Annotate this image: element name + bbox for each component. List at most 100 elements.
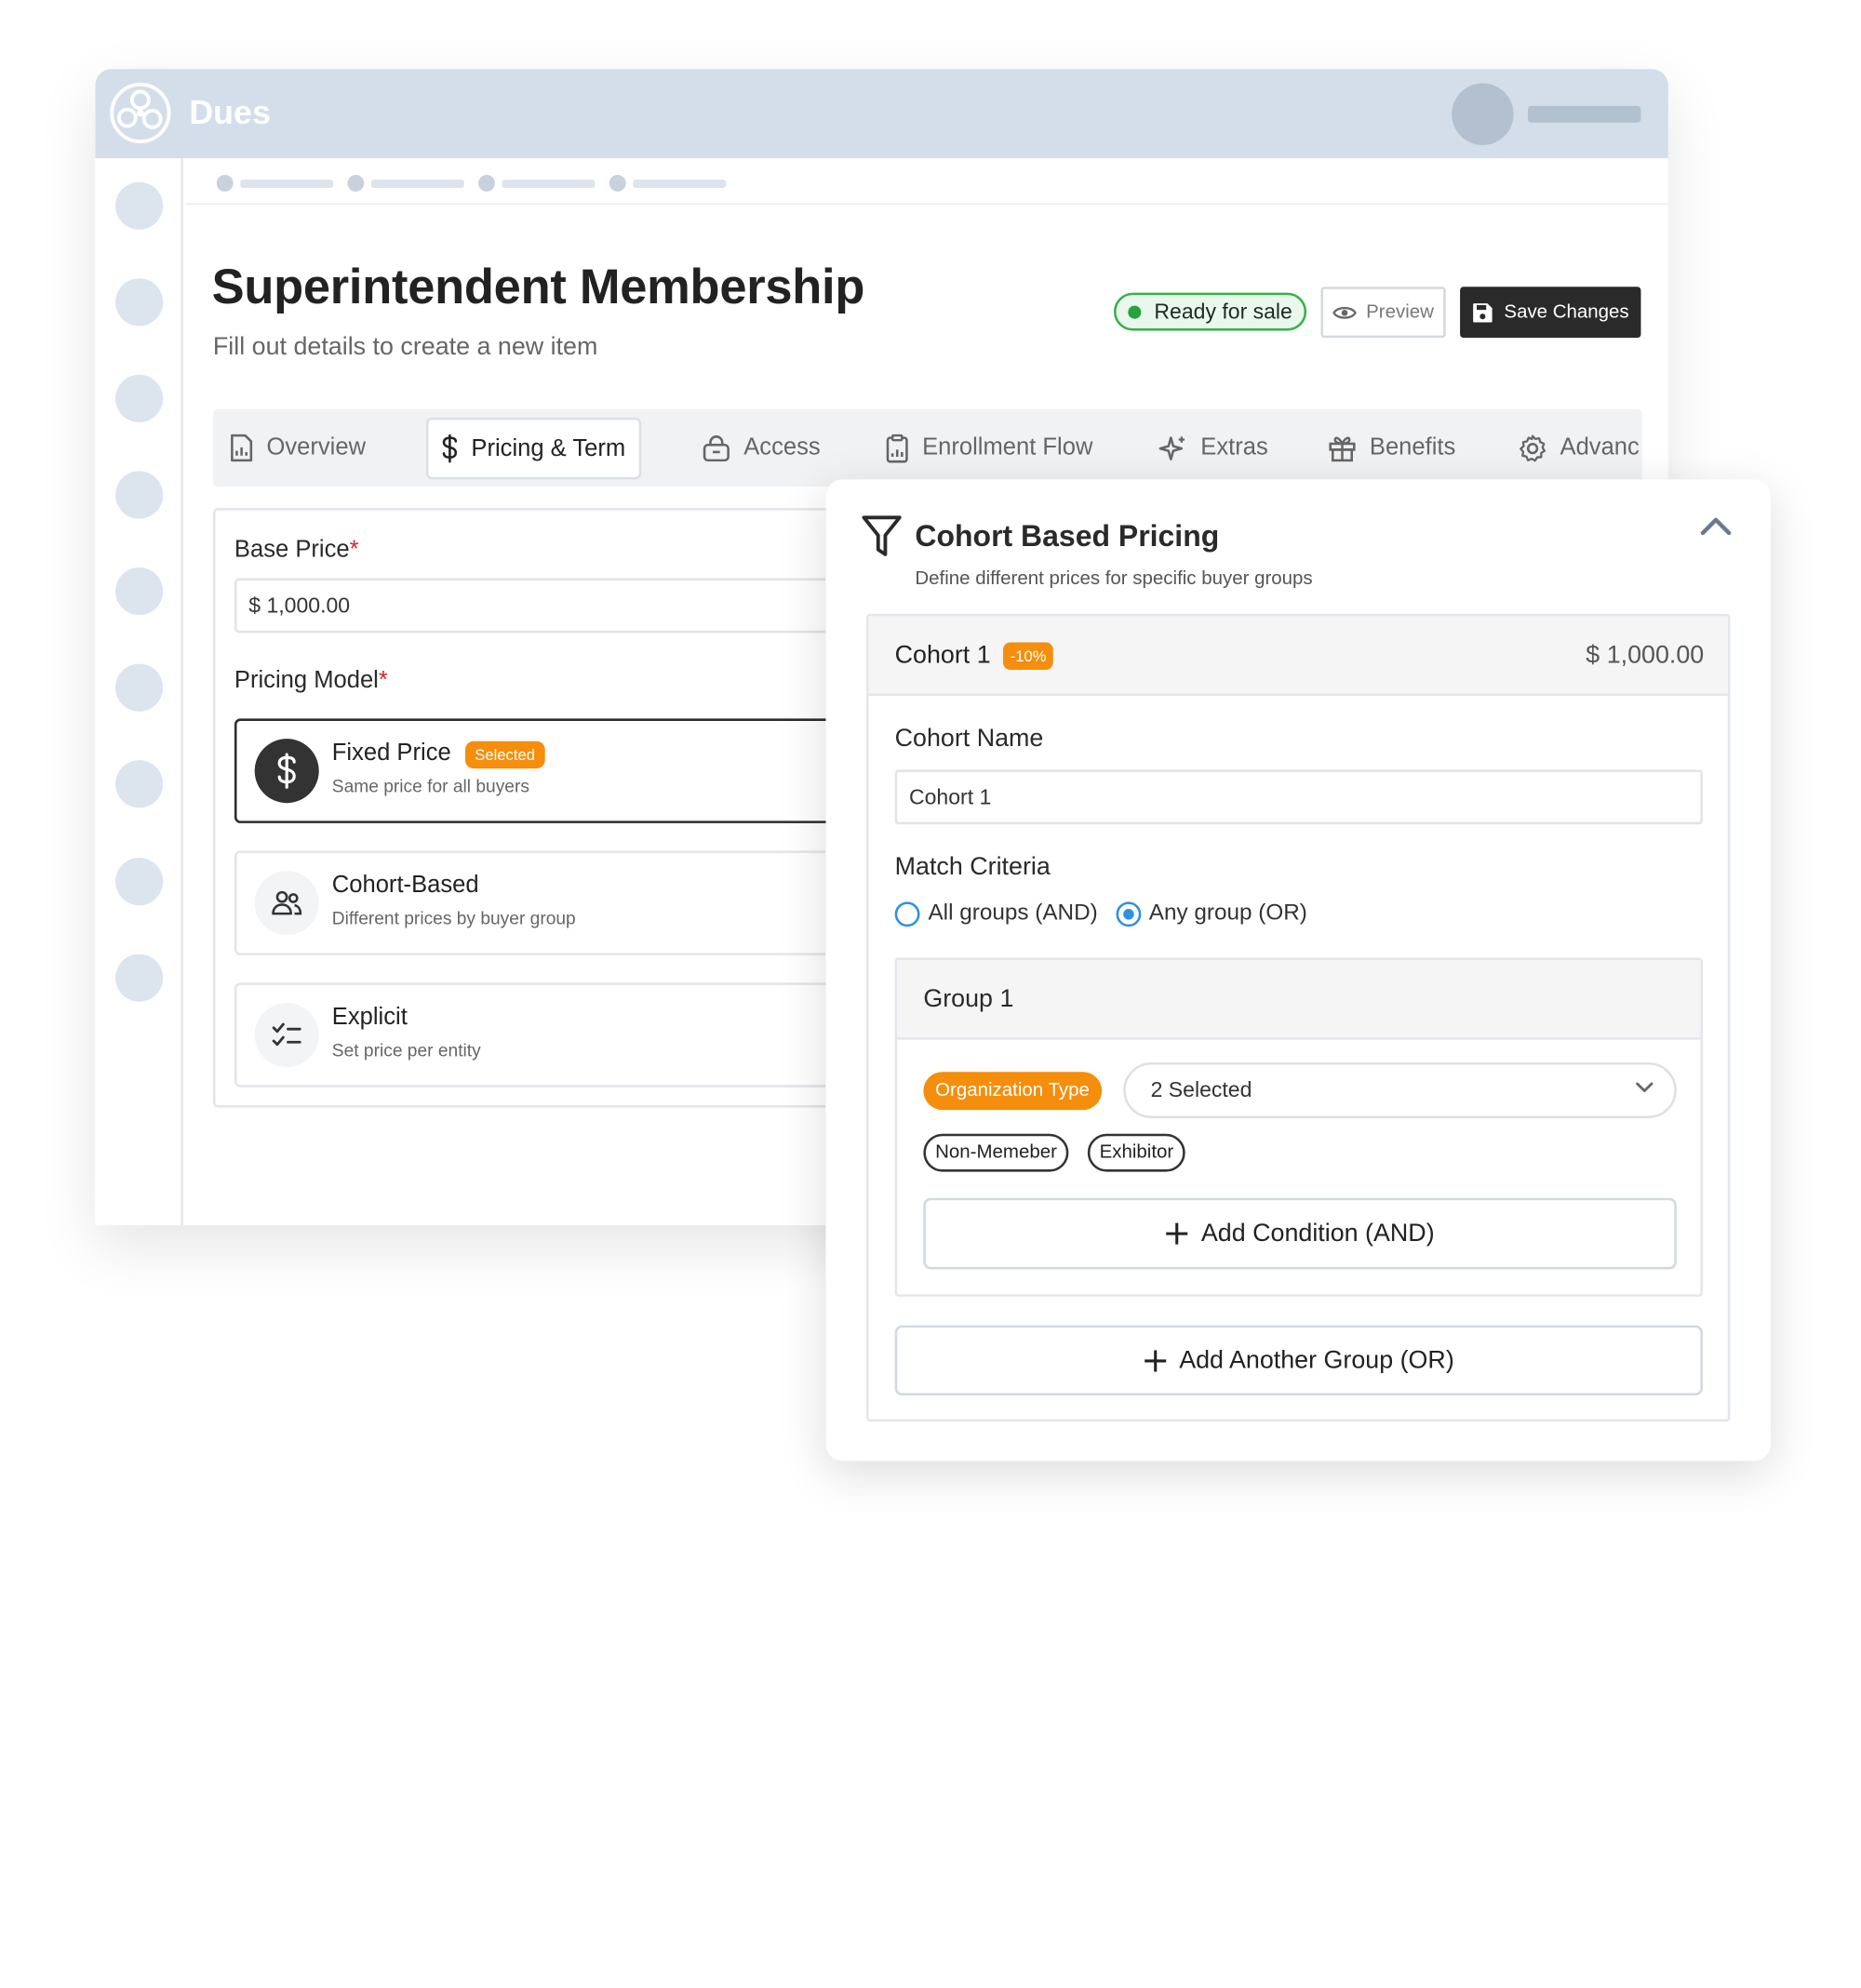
report-icon <box>231 434 253 461</box>
tab-pricing-term[interactable]: Pricing & Term <box>425 417 641 480</box>
page-title: Superintendent Membership <box>211 259 865 314</box>
status-badge: Ready for sale <box>1113 292 1307 331</box>
match-criteria-radio-group: All groups (AND) Any group (OR) <box>894 900 1307 928</box>
chevron-down-icon <box>1636 1082 1653 1093</box>
tab-extras[interactable]: Extras <box>1158 409 1268 487</box>
divider <box>185 203 1668 205</box>
dollar-icon <box>442 434 458 463</box>
sidebar <box>95 158 183 1226</box>
checklist-icon <box>254 1003 319 1068</box>
users-icon <box>254 871 319 936</box>
group-title: Group 1 <box>923 984 1014 1013</box>
eye-icon <box>1332 306 1357 319</box>
tab-pricing-term-label: Pricing & Term <box>471 434 626 461</box>
option-title: Fixed Price <box>331 740 451 767</box>
sidebar-item[interactable] <box>115 374 164 422</box>
option-title: Explicit <box>331 1004 408 1031</box>
add-condition-label: Add Condition (AND) <box>1200 1219 1435 1248</box>
group-card: Group 1 Organization Type 2 Selected Non… <box>894 957 1703 1297</box>
pricing-option-fixed-price[interactable]: Fixed Price Selected Same price for all … <box>234 718 902 823</box>
add-group-button[interactable]: Add Another Group (OR) <box>894 1325 1703 1396</box>
option-subtitle: Same price for all buyers <box>331 777 529 797</box>
selected-badge: Selected <box>465 740 545 769</box>
tab-benefits-label: Benefits <box>1369 434 1456 460</box>
preview-button[interactable]: Preview <box>1320 287 1446 339</box>
sidebar-item[interactable] <box>115 567 164 616</box>
tab-access-label: Access <box>743 434 821 460</box>
brand-name: Dues <box>189 94 271 131</box>
sidebar-item[interactable] <box>115 278 164 327</box>
tab-overview-label: Overview <box>266 434 367 460</box>
tab-bar: Overview Pricing & Term Access Enrollmen… <box>212 408 1642 487</box>
cohort-name-input[interactable]: Cohort 1 <box>894 769 1703 825</box>
dues-logo-icon <box>110 82 171 144</box>
tab-access[interactable]: Access <box>702 409 821 487</box>
value-chip[interactable]: Exhibitor <box>1087 1133 1186 1172</box>
chevron-up-icon[interactable] <box>1699 515 1733 537</box>
sidebar-item[interactable] <box>115 760 164 808</box>
sidebar-item[interactable] <box>115 181 164 230</box>
value-chip[interactable]: Non-Memeber <box>923 1133 1069 1172</box>
option-title: Cohort-Based <box>331 872 479 899</box>
dollar-icon <box>254 739 319 804</box>
panel-title: Cohort Based Pricing <box>915 519 1220 554</box>
pricing-option-explicit[interactable]: Explicit Set price per entity <box>234 982 902 1087</box>
preview-label: Preview <box>1366 301 1434 322</box>
add-condition-button[interactable]: Add Condition (AND) <box>923 1197 1677 1270</box>
sidebar-item[interactable] <box>115 471 164 519</box>
radio-all-groups[interactable] <box>894 901 920 927</box>
base-price-value: $ 1,000.00 <box>248 593 351 618</box>
tab-extras-label: Extras <box>1200 434 1268 460</box>
pricing-option-cohort-based[interactable]: Cohort-Based Different prices by buyer g… <box>234 850 902 955</box>
sidebar-item[interactable] <box>115 663 164 712</box>
radio-any-group-label: Any group (OR) <box>1148 901 1307 926</box>
sparkle-icon <box>1158 435 1185 460</box>
radio-all-groups-label: All groups (AND) <box>928 901 1098 926</box>
cohort-card: Cohort 1 -10% $ 1,000.00 Cohort Name Coh… <box>865 613 1731 1422</box>
status-badge-label: Ready for sale <box>1154 299 1292 324</box>
tab-benefits[interactable]: Benefits <box>1328 409 1455 487</box>
discount-badge: -10% <box>1003 642 1054 670</box>
match-criteria-label: Match Criteria <box>894 852 1051 881</box>
cohort-name-value: Cohort 1 <box>909 784 992 808</box>
gear-icon <box>1520 434 1546 461</box>
user-name-placeholder <box>1527 105 1641 123</box>
gift-icon <box>1329 435 1356 461</box>
top-bar: Dues <box>95 69 1668 159</box>
clipboard-icon <box>886 434 908 462</box>
save-label: Save Changes <box>1504 301 1629 322</box>
plus-icon <box>1166 1222 1188 1245</box>
radio-any-group[interactable] <box>1115 901 1141 927</box>
condition-tag-organization-type[interactable]: Organization Type <box>923 1072 1102 1111</box>
page-subtitle: Fill out details to create a new item <box>212 333 598 361</box>
avatar[interactable] <box>1452 83 1514 146</box>
lock-icon <box>703 434 730 461</box>
pricing-form-card: Base Price* $ 1,000.00 Pricing Model* Fi… <box>212 508 902 1108</box>
filter-icon <box>862 515 902 556</box>
tab-enrollment-flow-label: Enrollment Flow <box>922 434 1093 460</box>
tab-enrollment-flow[interactable]: Enrollment Flow <box>885 409 1092 487</box>
cohort-name-label: Cohort Name <box>894 724 1044 753</box>
status-dot-icon <box>1128 305 1142 319</box>
panel-subtitle: Define different prices for specific buy… <box>915 568 1313 590</box>
tab-advanced-label: Advanc <box>1560 434 1640 460</box>
add-group-label: Add Another Group (OR) <box>1179 1345 1454 1374</box>
base-price-label: Base Price* <box>234 536 359 563</box>
sidebar-item[interactable] <box>115 954 164 1002</box>
condition-values-dropdown[interactable]: 2 Selected <box>1123 1061 1677 1119</box>
cohort-header[interactable]: Cohort 1 -10% $ 1,000.00 <box>868 616 1728 697</box>
sidebar-item[interactable] <box>115 858 164 906</box>
tab-advanced[interactable]: Advanc <box>1519 409 1640 487</box>
cohort-pricing-panel: Cohort Based Pricing Define different pr… <box>825 479 1771 1461</box>
tab-overview[interactable]: Overview <box>230 409 366 487</box>
pricing-model-label: Pricing Model* <box>234 667 388 694</box>
option-subtitle: Different prices by buyer group <box>331 909 576 929</box>
dropdown-value: 2 Selected <box>1150 1077 1252 1102</box>
save-changes-button[interactable]: Save Changes <box>1460 287 1641 339</box>
base-price-input[interactable]: $ 1,000.00 <box>234 578 902 634</box>
floppy-disk-icon <box>1473 302 1493 322</box>
cohort-price: $ 1,000.00 <box>1586 641 1705 669</box>
cohort-title: Cohort 1 <box>894 641 991 669</box>
group-header: Group 1 <box>897 959 1701 1040</box>
option-subtitle: Set price per entity <box>331 1040 481 1061</box>
